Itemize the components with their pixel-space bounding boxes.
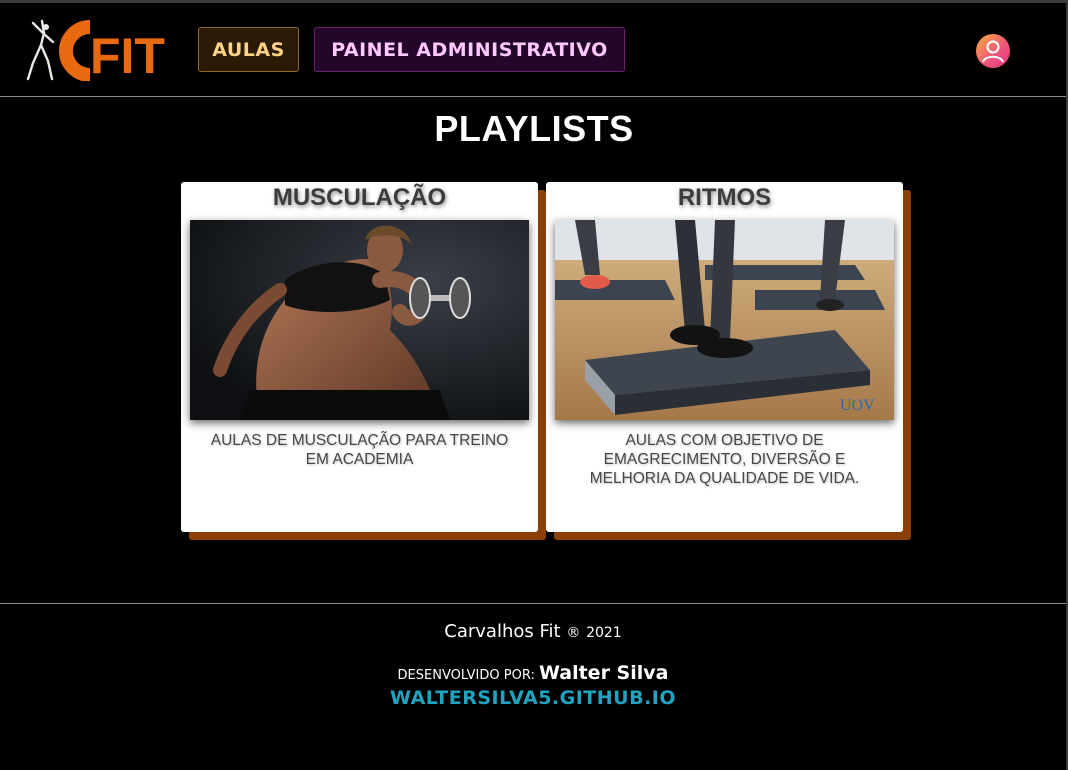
page-title: PLAYLISTS: [434, 108, 634, 149]
copyright-year: 2021: [586, 625, 622, 641]
registered-mark: ®: [566, 625, 581, 641]
nav-aulas-button[interactable]: AULAS: [198, 27, 299, 72]
brand-name: Carvalhos Fit: [444, 621, 561, 642]
developer-name: Walter Silva: [538, 662, 669, 684]
top-navbar: FIT AULAS PAINEL ADMINISTRATIVO: [0, 3, 1066, 97]
card-title: RITMOS: [677, 184, 772, 211]
user-avatar-icon[interactable]: [976, 34, 1010, 68]
card-title: MUSCULAÇÃO: [272, 184, 447, 211]
card-description: AULAS COM OBJETIVO DE EMAGRECIMENTO, DIV…: [589, 432, 860, 487]
card-description: AULAS DE MUSCULAÇÃO PARA TREINO EM ACADE…: [210, 432, 509, 468]
svg-text:FIT: FIT: [90, 28, 165, 81]
cfit-logo[interactable]: FIT: [24, 17, 188, 81]
playlist-card-musculacao[interactable]: MUSCULAÇÃO AULAS DE MUSCULAÇÃO PARA TREI…: [181, 182, 538, 532]
ritmos-image: UOV: [555, 220, 894, 420]
developed-by-label: DESENVOLVIDO POR:: [397, 668, 535, 683]
svg-text:UOV: UOV: [840, 397, 875, 414]
copyright: Carvalhos Fit ® 2021: [0, 621, 1066, 642]
playlist-card-ritmos[interactable]: RITMOS UOV AULAS COM OBJETIVO DE EMAGREC…: [546, 182, 903, 532]
nav-admin-panel-button[interactable]: PAINEL ADMINISTRATIVO: [314, 27, 625, 72]
footer: Carvalhos Fit ® 2021 DESENVOLVIDO POR: W…: [0, 603, 1066, 770]
developer-credit: DESENVOLVIDO POR: Walter Silva: [0, 662, 1066, 684]
musculacao-image: [190, 220, 529, 420]
developer-site-link[interactable]: WALTERSILVA5.GITHUB.IO: [0, 687, 1066, 709]
